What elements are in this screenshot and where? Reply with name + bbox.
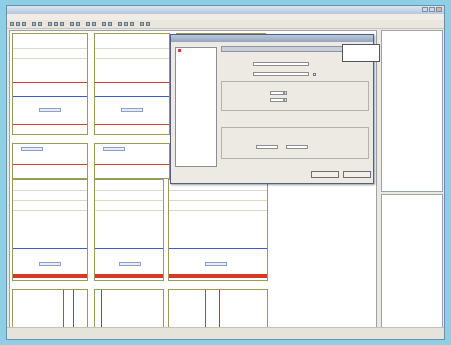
toolbar-tool-icon[interactable] bbox=[76, 22, 80, 26]
base-bar bbox=[95, 274, 163, 278]
vertical-dimension-line bbox=[219, 290, 220, 329]
dimension-line bbox=[95, 248, 163, 249]
title-bar bbox=[7, 6, 444, 14]
structure-tree[interactable] bbox=[381, 194, 443, 330]
grid-line bbox=[95, 58, 169, 59]
value-field[interactable] bbox=[270, 91, 284, 95]
toolbar-tool-icon[interactable] bbox=[146, 22, 150, 26]
grid-line bbox=[95, 48, 169, 49]
grid-line bbox=[169, 190, 267, 191]
dialog-title-bar bbox=[171, 35, 373, 42]
label-tag bbox=[121, 108, 143, 112]
toolbar-tool-icon[interactable] bbox=[32, 22, 36, 26]
dialog-category-list[interactable] bbox=[175, 47, 217, 167]
maximize-icon[interactable] bbox=[429, 7, 435, 12]
section-line bbox=[13, 82, 87, 83]
toolbar-tool-icon[interactable] bbox=[140, 22, 144, 26]
dimension-line bbox=[95, 96, 169, 97]
properties-panel bbox=[381, 30, 443, 192]
name-field[interactable] bbox=[253, 62, 309, 66]
drawing-frame[interactable] bbox=[94, 143, 170, 179]
grid-line bbox=[95, 210, 163, 211]
offset-group bbox=[221, 127, 369, 159]
value-field[interactable] bbox=[270, 98, 284, 102]
ok-button[interactable] bbox=[311, 171, 339, 178]
toolbar-tool-icon[interactable] bbox=[16, 22, 20, 26]
base-bar bbox=[169, 274, 267, 278]
grid-line bbox=[169, 200, 267, 201]
vertical-dimension-line bbox=[101, 290, 102, 329]
toolbar-tool-icon[interactable] bbox=[130, 22, 134, 26]
dropdown-list[interactable] bbox=[342, 44, 380, 62]
section-line bbox=[95, 124, 169, 125]
grid-line bbox=[13, 48, 87, 49]
option-checkbox[interactable] bbox=[313, 73, 316, 76]
label-tag bbox=[21, 147, 43, 151]
label-tag bbox=[205, 262, 227, 266]
stepper-icon[interactable] bbox=[284, 98, 287, 102]
toolbar-tool-icon[interactable] bbox=[60, 22, 64, 26]
vertical-dimension-line bbox=[73, 290, 74, 329]
grid-line bbox=[13, 190, 87, 191]
drawing-frame[interactable] bbox=[94, 179, 164, 281]
type-select[interactable] bbox=[253, 72, 309, 76]
label-tag bbox=[39, 108, 61, 112]
cancel-button[interactable] bbox=[343, 171, 371, 178]
section-line bbox=[13, 164, 87, 165]
section-line bbox=[95, 82, 169, 83]
parameters-group bbox=[221, 81, 369, 111]
toolbar-tool-icon[interactable] bbox=[10, 22, 14, 26]
toolbar-tool-icon[interactable] bbox=[54, 22, 58, 26]
toolbar-tool-icon[interactable] bbox=[102, 22, 106, 26]
drawing-frame[interactable] bbox=[12, 179, 88, 281]
toolbar-tool-icon[interactable] bbox=[48, 22, 52, 26]
label-tag bbox=[39, 262, 61, 266]
toolbar-tool-icon[interactable] bbox=[92, 22, 96, 26]
grid-line bbox=[13, 200, 87, 201]
toolbar-tool-icon[interactable] bbox=[22, 22, 26, 26]
toolbar-tool-icon[interactable] bbox=[124, 22, 128, 26]
grid-line bbox=[13, 210, 87, 211]
minimize-icon[interactable] bbox=[422, 7, 428, 12]
drawing-frame[interactable] bbox=[94, 289, 164, 329]
dimension-line bbox=[13, 96, 87, 97]
drawing-frame[interactable] bbox=[168, 289, 268, 329]
list-item-icon bbox=[178, 49, 181, 52]
toolbar bbox=[7, 20, 444, 29]
stepper-icon[interactable] bbox=[284, 91, 287, 95]
close-icon[interactable] bbox=[436, 7, 442, 12]
toolbar-tool-icon[interactable] bbox=[86, 22, 90, 26]
drawing-frame[interactable] bbox=[12, 289, 88, 329]
grid-line bbox=[95, 190, 163, 191]
label-tag bbox=[119, 262, 141, 266]
dimension-line bbox=[13, 248, 87, 249]
grid-line bbox=[95, 200, 163, 201]
vertical-section-line bbox=[205, 290, 206, 329]
offset-x-field[interactable] bbox=[256, 145, 278, 149]
section-line bbox=[95, 164, 169, 165]
toolbar-tool-icon[interactable] bbox=[38, 22, 42, 26]
grid-line bbox=[169, 210, 267, 211]
offset-y-field[interactable] bbox=[286, 145, 308, 149]
drawing-frame[interactable] bbox=[94, 33, 170, 135]
toolbar-tool-icon[interactable] bbox=[108, 22, 112, 26]
drawing-frame[interactable] bbox=[168, 179, 268, 281]
toolbar-tool-icon[interactable] bbox=[70, 22, 74, 26]
drawing-frame[interactable] bbox=[12, 143, 88, 179]
grid-line bbox=[13, 58, 87, 59]
label-tag bbox=[103, 147, 125, 151]
status-bar bbox=[7, 327, 444, 339]
drawing-frame[interactable] bbox=[12, 33, 88, 135]
vertical-section-line bbox=[63, 290, 64, 329]
base-bar bbox=[13, 274, 87, 278]
section-line bbox=[13, 124, 87, 125]
toolbar-tool-icon[interactable] bbox=[118, 22, 122, 26]
dimension-line bbox=[169, 248, 267, 249]
